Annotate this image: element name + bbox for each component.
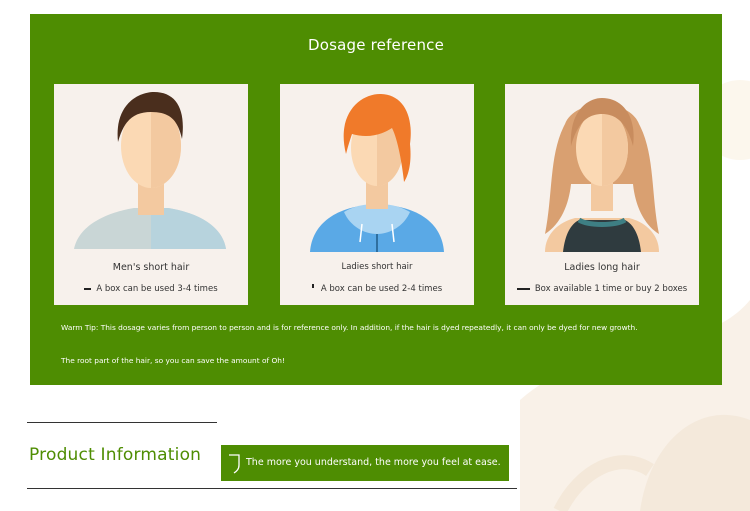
bracket-icon	[229, 454, 240, 474]
dash-marker	[516, 287, 530, 290]
ladies-short-hair-illustration	[310, 94, 444, 252]
dosage-card-mens-short: Men's short hair A box can be used 3-4 t…	[54, 84, 248, 305]
dosage-card-ladies-long: Ladies long hair Box available 1 time or…	[505, 84, 699, 305]
product-info-badge: The more you understand, the more you fe…	[221, 445, 509, 481]
section-divider-bottom	[27, 488, 517, 489]
warm-tip-line-2: The root part of the hair, so you can sa…	[61, 356, 285, 365]
dosage-reference-panel: Dosage reference Men's short hair A box …	[30, 14, 722, 385]
warm-tip-line-1: Warm Tip: This dosage varies from person…	[61, 323, 638, 332]
card-note-text: Box available 1 time or buy 2 boxes	[534, 284, 688, 294]
card-note-text: A box can be used 2-4 times	[320, 284, 443, 294]
card-note: Box available 1 time or buy 2 boxes	[505, 284, 699, 294]
dosage-card-ladies-short: Ladies short hair A box can be used 2-4 …	[280, 84, 474, 305]
badge-text: The more you understand, the more you fe…	[246, 457, 501, 468]
card-label: Ladies long hair	[564, 262, 640, 273]
card-label: Men's short hair	[112, 262, 190, 273]
card-label: Ladies short hair	[341, 262, 413, 272]
panel-title: Dosage reference	[307, 36, 445, 54]
dash-marker	[84, 287, 92, 290]
mens-short-hair-illustration	[74, 92, 226, 249]
section-divider-top	[27, 422, 217, 423]
ladies-long-hair-illustration	[545, 98, 659, 252]
product-information-title: Product Information	[29, 445, 202, 465]
card-note-text: A box can be used 3-4 times	[96, 284, 218, 294]
card-note: A box can be used 3-4 times	[54, 284, 248, 294]
dot-marker	[311, 284, 314, 288]
card-note: A box can be used 2-4 times	[280, 284, 474, 294]
